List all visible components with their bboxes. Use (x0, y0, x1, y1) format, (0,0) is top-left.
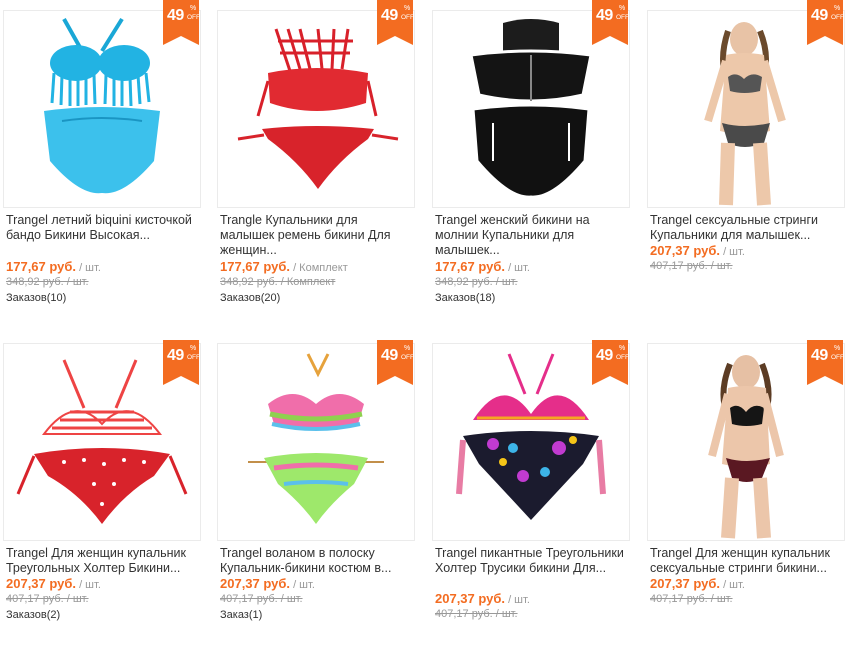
price-line: 207,37 руб. / шт. (435, 591, 530, 606)
discount-off-label: OFF (616, 14, 629, 21)
price-unit: / шт. (720, 246, 745, 258)
original-price: 407,17 руб. / шт. (220, 593, 303, 605)
original-price: 348,92 руб. / шт. (435, 276, 518, 288)
original-price: 407,17 руб. / шт. (6, 593, 89, 605)
price-unit: / шт. (76, 262, 101, 274)
price-line: 207,37 руб. / шт. (650, 576, 745, 591)
original-price: 407,17 руб. / шт. (650, 260, 733, 272)
discount-percent-sign: % (404, 5, 411, 12)
price-line: 177,67 руб. / шт. (435, 259, 530, 274)
original-price: 407,17 руб. / шт. (650, 593, 733, 605)
product-title[interactable]: Trangle Купальники для малышек ремень би… (220, 213, 414, 258)
discount-percent-sign: % (834, 5, 841, 12)
product-price: 207,37 руб. (6, 576, 77, 591)
price-line: 207,37 руб. / шт. (650, 243, 745, 258)
discount-value: 49 (811, 347, 828, 364)
discount-off-label: OFF (401, 354, 414, 361)
product-price: 177,67 руб. (435, 259, 506, 274)
orders-count[interactable]: Заказов(2) (6, 609, 60, 621)
orders-count[interactable]: Заказов(20) (220, 292, 280, 304)
discount-percent-sign: % (619, 345, 626, 352)
product-title[interactable]: Trangel женский бикини на молнии Купальн… (435, 213, 629, 258)
discount-off-label: OFF (616, 354, 629, 361)
price-unit: / шт. (505, 594, 530, 606)
product-title[interactable]: Trangel Для женщин купальник сексуальные… (650, 546, 844, 576)
price-line: 177,67 руб. / Комплект (220, 259, 348, 274)
product-price: 177,67 руб. (220, 259, 291, 274)
discount-percent-sign: % (834, 345, 841, 352)
product-title[interactable]: Trangel пикантные Треугольники Холтер Тр… (435, 546, 629, 576)
product-price: 207,37 руб. (650, 576, 721, 591)
original-price: 348,92 руб. / Комплект (220, 276, 336, 288)
product-title[interactable]: Trangel летний biquini кисточкой бандо Б… (6, 213, 200, 243)
orders-count[interactable]: Заказ(1) (220, 609, 262, 621)
discount-off-label: OFF (187, 354, 200, 361)
price-unit: / Комплект (290, 262, 348, 274)
orders-count[interactable]: Заказов(18) (435, 292, 495, 304)
price-line: 207,37 руб. / шт. (220, 576, 315, 591)
discount-value: 49 (167, 7, 184, 24)
product-title[interactable]: Trangel сексуальные стринги Купальники д… (650, 213, 844, 243)
discount-off-label: OFF (831, 354, 844, 361)
price-unit: / шт. (290, 579, 315, 591)
discount-value: 49 (167, 347, 184, 364)
product-title[interactable]: Trangel Для женщин купальник Треугольных… (6, 546, 200, 576)
price-unit: / шт. (76, 579, 101, 591)
price-unit: / шт. (505, 262, 530, 274)
product-price: 207,37 руб. (650, 243, 721, 258)
discount-off-label: OFF (831, 14, 844, 21)
price-line: 207,37 руб. / шт. (6, 576, 101, 591)
discount-value: 49 (381, 347, 398, 364)
price-line: 177,67 руб. / шт. (6, 259, 101, 274)
discount-off-label: OFF (187, 14, 200, 21)
discount-percent-sign: % (404, 345, 411, 352)
discount-percent-sign: % (190, 5, 197, 12)
product-price: 177,67 руб. (6, 259, 77, 274)
product-price: 207,37 руб. (435, 591, 506, 606)
discount-percent-sign: % (190, 345, 197, 352)
orders-count[interactable]: Заказов(10) (6, 292, 66, 304)
original-price: 348,92 руб. / шт. (6, 276, 89, 288)
product-title[interactable]: Trangel воланом в полоску Купальник-бики… (220, 546, 414, 576)
discount-percent-sign: % (619, 5, 626, 12)
discount-value: 49 (811, 7, 828, 24)
original-price: 407,17 руб. / шт. (435, 608, 518, 620)
discount-value: 49 (596, 7, 613, 24)
price-unit: / шт. (720, 579, 745, 591)
discount-off-label: OFF (401, 14, 414, 21)
discount-value: 49 (596, 347, 613, 364)
product-price: 207,37 руб. (220, 576, 291, 591)
discount-value: 49 (381, 7, 398, 24)
